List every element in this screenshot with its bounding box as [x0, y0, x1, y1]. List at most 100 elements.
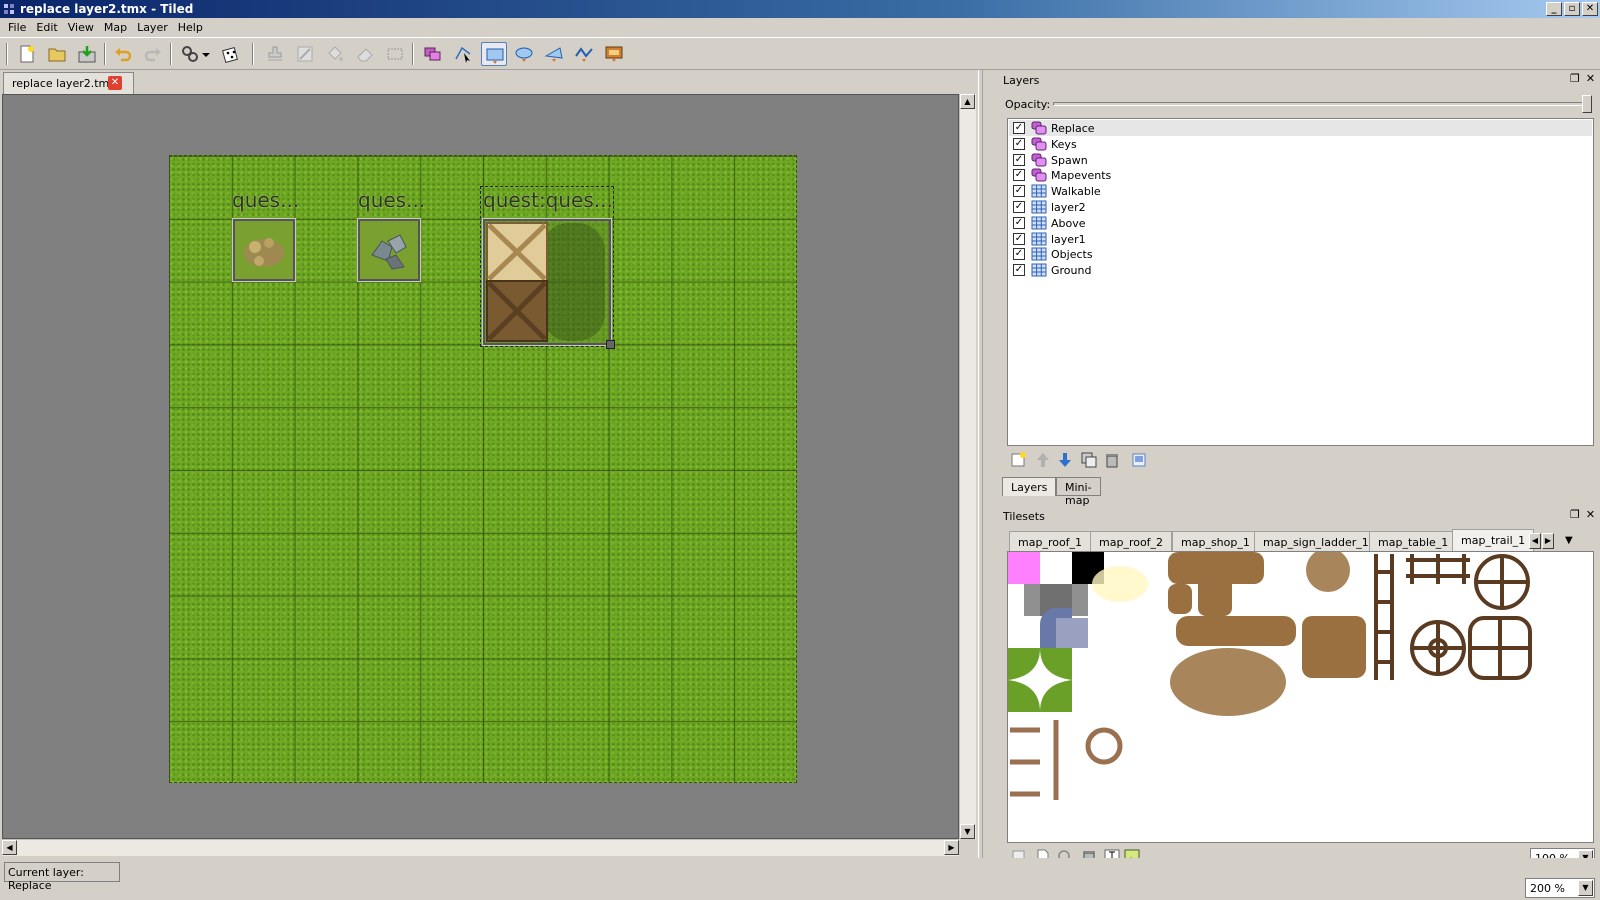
map-object-rock[interactable]	[232, 218, 296, 282]
scroll-up-button[interactable]: ▲	[960, 94, 975, 109]
menu-file[interactable]: File	[4, 18, 32, 37]
rectangle-select-icon	[387, 48, 403, 60]
resize-handle[interactable]	[606, 340, 615, 349]
tile-map[interactable]: ques... ques... quest:ques...	[169, 155, 797, 783]
raise-layer-button[interactable]	[1034, 451, 1052, 469]
tileset-tab[interactable]: map_roof_2	[1090, 531, 1173, 551]
layer-visibility-checkbox[interactable]: ✓	[1013, 153, 1025, 166]
layer-visibility-checkbox[interactable]: ✓	[1013, 264, 1025, 277]
random-mode-button[interactable]	[218, 42, 244, 66]
stamp-brush-tool[interactable]	[262, 42, 288, 66]
command-dropdown[interactable]	[200, 42, 214, 66]
insert-polyline-tool[interactable]	[571, 42, 597, 66]
layer-row[interactable]: ✓ layer2	[1009, 199, 1592, 215]
scroll-right-button[interactable]: ▶	[944, 840, 959, 855]
menu-help[interactable]: Help	[174, 18, 209, 37]
terrain-brush-tool[interactable]	[292, 42, 318, 66]
bucket-fill-tool[interactable]	[322, 42, 348, 66]
tab-layers[interactable]: Layers	[1002, 477, 1057, 496]
tileset-tab[interactable]: map_roof_1	[1009, 531, 1092, 551]
tab-mini-map[interactable]: Mini-map	[1056, 477, 1101, 507]
tile-layer-icon	[1031, 184, 1047, 198]
layer-row[interactable]: ✓ Ground	[1009, 262, 1592, 278]
float-layers-panel-button[interactable]: ❐	[1570, 72, 1580, 85]
layer-visibility-checkbox[interactable]: ✓	[1013, 232, 1025, 245]
properties-icon	[1132, 453, 1146, 467]
layer-row[interactable]: ✓ Spawn	[1009, 152, 1592, 168]
close-tilesets-panel-button[interactable]: ✕	[1586, 508, 1595, 521]
layer-row[interactable]: ✓ layer1	[1009, 231, 1592, 247]
document-tab[interactable]: replace layer2.tmx ✕	[3, 72, 134, 94]
insert-ellipse-tool[interactable]	[511, 42, 537, 66]
tileset-tab[interactable]: map_sign_ladder_1	[1254, 531, 1378, 551]
layer-row[interactable]: ✓ Above	[1009, 215, 1592, 231]
close-window-button[interactable]: ✕	[1582, 2, 1598, 16]
close-layers-panel-button[interactable]: ✕	[1586, 72, 1595, 85]
tileset-image[interactable]	[1008, 552, 1594, 843]
tileset-menu-chevron-icon[interactable]: ▼	[1565, 535, 1573, 546]
layer-row[interactable]: ✓ Objects	[1009, 246, 1592, 262]
menu-edit[interactable]: Edit	[32, 18, 63, 37]
menu-map[interactable]: Map	[100, 18, 133, 37]
opacity-slider-track[interactable]	[1053, 102, 1588, 106]
duplicate-layer-button[interactable]	[1080, 451, 1098, 469]
select-objects-tool[interactable]	[420, 42, 446, 66]
layer-visibility-checkbox[interactable]: ✓	[1013, 122, 1025, 134]
horizontal-scrollbar[interactable]: ◀ ▶	[2, 839, 959, 856]
menu-view[interactable]: View	[64, 18, 100, 37]
map-canvas[interactable]: ques... ques... quest:ques...	[2, 94, 959, 839]
layer-visibility-checkbox[interactable]: ✓	[1013, 137, 1025, 150]
undo-button[interactable]	[110, 42, 136, 66]
layer-visibility-checkbox[interactable]: ✓	[1013, 201, 1025, 213]
scroll-left-button[interactable]: ◀	[2, 840, 17, 855]
maximize-button[interactable]: ▫	[1564, 2, 1580, 16]
map-object-crates[interactable]	[482, 218, 612, 346]
tilesets-panel-title: Tilesets	[1003, 510, 1045, 523]
layer-properties-button[interactable]	[1130, 451, 1148, 469]
insert-rectangle-tool[interactable]	[481, 42, 507, 66]
layer-visibility-checkbox[interactable]: ✓	[1013, 169, 1025, 182]
tileset-tab[interactable]: map_table_1	[1369, 531, 1458, 551]
vertical-scrollbar[interactable]: ▲ ▼	[959, 94, 976, 839]
insert-tile-tool[interactable]	[601, 42, 627, 66]
layer-visibility-checkbox[interactable]: ✓	[1013, 185, 1025, 198]
eraser-tool[interactable]	[352, 42, 378, 66]
edit-polygons-tool[interactable]	[450, 42, 476, 66]
save-icon	[78, 46, 96, 63]
layer-visibility-checkbox[interactable]: ✓	[1013, 216, 1025, 229]
arrow-up-icon	[1037, 453, 1049, 467]
layer-row[interactable]: ✓ Keys	[1009, 136, 1592, 152]
dock-splitter[interactable]	[978, 70, 983, 858]
add-layer-button[interactable]	[1010, 451, 1028, 469]
rectangle-select-tool[interactable]	[382, 42, 408, 66]
new-map-button[interactable]	[14, 42, 40, 66]
status-bar: Current layer: Replace 200 % ▼	[0, 858, 1600, 900]
layer-row[interactable]: ✓ Walkable	[1009, 183, 1592, 199]
scroll-down-button[interactable]: ▼	[960, 824, 975, 839]
save-button[interactable]	[74, 42, 100, 66]
close-tab-icon[interactable]: ✕	[108, 76, 122, 90]
layer-row[interactable]: ✓ Mapevents	[1009, 167, 1592, 183]
open-button[interactable]	[44, 42, 70, 66]
undo-icon	[115, 48, 132, 62]
insert-polygon-tool[interactable]	[541, 42, 567, 66]
trash-icon	[1106, 454, 1118, 468]
map-zoom-select[interactable]: 200 % ▼	[1525, 878, 1595, 898]
tileset-view[interactable]	[1007, 551, 1594, 843]
minimize-button[interactable]: _	[1546, 2, 1562, 16]
object-layer-icon	[1031, 153, 1047, 167]
redo-button[interactable]	[140, 42, 166, 66]
layer-row[interactable]: ✓ Replace	[1009, 120, 1592, 136]
layer-name: Above	[1051, 216, 1086, 230]
tab-scroll-left-button[interactable]: ◀	[1529, 533, 1541, 549]
tileset-tab-active[interactable]: map_trail_1	[1452, 529, 1535, 551]
tileset-tab[interactable]: map_shop_1	[1172, 531, 1259, 551]
tab-scroll-right-button[interactable]: ▶	[1542, 533, 1554, 549]
menu-layer[interactable]: Layer	[133, 18, 174, 37]
layer-visibility-checkbox[interactable]: ✓	[1013, 248, 1025, 261]
lower-layer-button[interactable]	[1056, 451, 1074, 469]
delete-layer-button[interactable]	[1103, 451, 1121, 469]
float-tilesets-panel-button[interactable]: ❐	[1570, 508, 1580, 521]
map-object-stones[interactable]	[357, 218, 421, 282]
opacity-slider-handle[interactable]	[1582, 95, 1592, 113]
